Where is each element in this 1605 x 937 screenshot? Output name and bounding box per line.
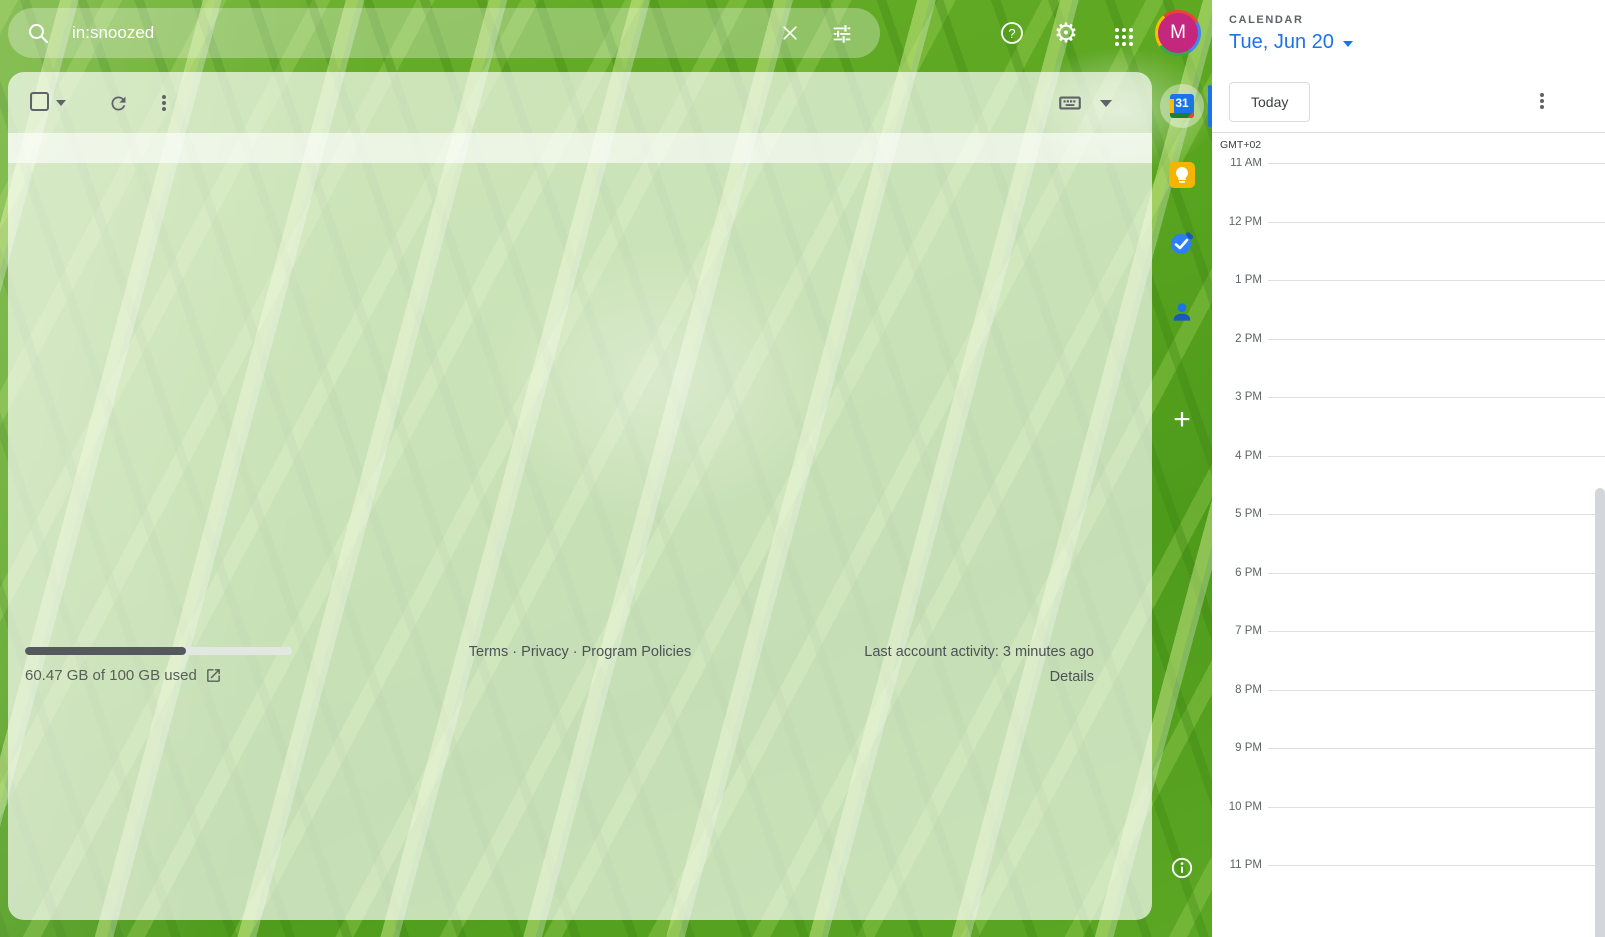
google-apps-grid-icon[interactable] xyxy=(1100,13,1140,53)
input-tools-caret[interactable] xyxy=(1100,100,1112,107)
today-button[interactable]: Today xyxy=(1229,82,1310,122)
side-panel-info-icon[interactable] xyxy=(1160,846,1204,890)
storage-open-in-new-icon[interactable] xyxy=(205,667,222,684)
hour-gridline xyxy=(1268,865,1605,866)
mail-toolbar xyxy=(8,72,1152,133)
hour-label: 7 PM xyxy=(1212,625,1262,637)
keep-panel-icon[interactable] xyxy=(1160,153,1204,197)
activity-details-link[interactable]: Details xyxy=(1050,669,1094,685)
add-side-panel-app-button[interactable]: + xyxy=(1160,398,1204,442)
hour-label: 5 PM xyxy=(1212,508,1262,520)
hour-label: 6 PM xyxy=(1212,567,1262,579)
hour-gridline xyxy=(1268,748,1605,749)
settings-gear-icon[interactable]: ⚙ xyxy=(1046,13,1086,53)
search-options-tune-icon[interactable] xyxy=(822,13,862,53)
input-tools-keyboard-icon[interactable] xyxy=(1056,89,1084,117)
hour-gridline xyxy=(1268,456,1605,457)
contacts-panel-icon[interactable] xyxy=(1160,290,1204,334)
privacy-link[interactable]: Privacy xyxy=(521,644,569,660)
calendar-date-label: Tue, Jun 20 xyxy=(1229,31,1334,54)
timezone-box: GMT+02 xyxy=(1212,133,1284,158)
help-icon[interactable]: ? xyxy=(992,13,1032,53)
storage-usage-text: 60.47 GB of 100 GB used xyxy=(25,667,197,684)
timezone-label: GMT+02 xyxy=(1220,139,1261,151)
hour-gridline xyxy=(1268,222,1605,223)
link-separator: · xyxy=(512,644,521,660)
program-policies-link[interactable]: Program Policies xyxy=(582,644,692,660)
hour-label: 8 PM xyxy=(1212,684,1262,696)
select-dropdown-caret[interactable] xyxy=(56,100,66,106)
date-dropdown-caret xyxy=(1343,41,1353,47)
hour-gridline xyxy=(1268,631,1605,632)
calendar-date-selector[interactable]: Tue, Jun 20 xyxy=(1229,31,1353,54)
calendar-options-kebab-icon[interactable] xyxy=(1530,90,1554,114)
hour-label: 12 PM xyxy=(1212,216,1262,228)
google-tasks-icon xyxy=(1168,229,1196,257)
select-all-checkbox[interactable] xyxy=(30,92,49,111)
calendar-side-panel: CALENDAR Tue, Jun 20 Today 11 AM xyxy=(1212,0,1605,937)
hour-gridline xyxy=(1268,280,1605,281)
hour-label: 9 PM xyxy=(1212,742,1262,754)
mail-list-card: 60.47 GB of 100 GB used Terms · Privacy … xyxy=(8,72,1152,920)
google-calendar-icon: 31 xyxy=(1170,94,1194,118)
hour-label: 11 PM xyxy=(1212,859,1262,871)
hour-gridline xyxy=(1268,163,1605,164)
calendar-panel-icon[interactable]: 31 xyxy=(1160,84,1204,128)
hour-gridline xyxy=(1268,690,1605,691)
panel-scrollbar-thumb[interactable] xyxy=(1595,488,1605,937)
link-separator: · xyxy=(573,644,582,660)
terms-link[interactable]: Terms xyxy=(469,644,508,660)
clear-search-icon[interactable] xyxy=(770,13,810,53)
more-options-icon[interactable] xyxy=(150,89,178,117)
tasks-panel-icon[interactable] xyxy=(1160,221,1204,265)
hour-gridline xyxy=(1268,807,1605,808)
hour-gridline xyxy=(1268,573,1605,574)
hour-gridline xyxy=(1268,339,1605,340)
panel-title: CALENDAR xyxy=(1229,14,1304,26)
google-keep-icon xyxy=(1169,162,1195,188)
hour-label: 1 PM xyxy=(1212,274,1262,286)
search-bar[interactable] xyxy=(8,8,880,58)
hour-gridline xyxy=(1268,397,1605,398)
gmail-window: ? ⚙ M 60.47 GB of 100 GB xyxy=(0,0,1605,937)
hour-label: 4 PM xyxy=(1212,450,1262,462)
hour-label: 11 AM xyxy=(1212,157,1262,169)
hour-gridline xyxy=(1268,514,1605,515)
svg-text:?: ? xyxy=(1008,26,1015,41)
hour-label: 3 PM xyxy=(1212,391,1262,403)
empty-search-result-row xyxy=(8,133,1152,163)
search-icon xyxy=(26,21,50,45)
side-panel-icon-strip: 31 + xyxy=(1152,0,1212,937)
google-contacts-icon xyxy=(1169,299,1195,325)
hour-label: 10 PM xyxy=(1212,801,1262,813)
refresh-icon[interactable] xyxy=(104,89,132,117)
search-input[interactable] xyxy=(72,23,770,43)
hour-label: 2 PM xyxy=(1212,333,1262,345)
last-account-activity-text: Last account activity: 3 minutes ago xyxy=(864,644,1094,660)
